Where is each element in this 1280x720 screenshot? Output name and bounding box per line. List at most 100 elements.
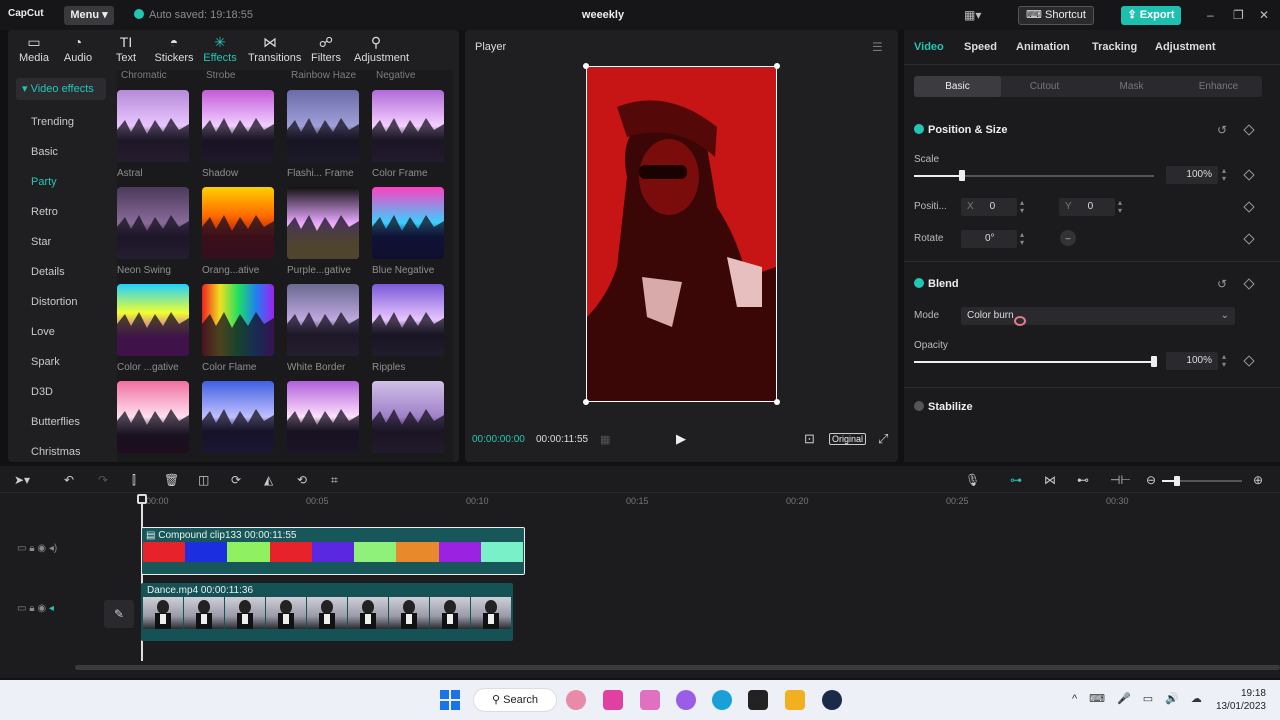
category-video-effects[interactable]: ▾ Video effects: [16, 78, 106, 100]
effect-card[interactable]: Flashi... Frame: [287, 90, 359, 179]
chain-icon[interactable]: ⊷: [1077, 473, 1089, 487]
zoom-out-icon[interactable]: ⊖: [1146, 473, 1156, 487]
folder-icon[interactable]: [785, 690, 805, 710]
video-preview[interactable]: [586, 66, 777, 402]
crop-icon[interactable]: ⌗: [331, 473, 338, 488]
app-icon[interactable]: [566, 690, 586, 710]
effect-card[interactable]: Color Flame: [202, 284, 274, 373]
stepper-icon[interactable]: ▴ ▾: [1118, 199, 1122, 215]
tab-stickers[interactable]: ◓ Stickers: [152, 34, 196, 64]
fullscreen-icon[interactable]: ⤢: [878, 431, 888, 447]
effect-card[interactable]: Shadow: [202, 90, 274, 179]
blend-mode-select[interactable]: Color burn ⌄: [961, 307, 1235, 325]
keyframe-icon[interactable]: [1243, 169, 1255, 181]
effect-card[interactable]: Blue Negative: [372, 187, 444, 276]
effect-card[interactable]: Purple...gative: [287, 187, 359, 276]
keyframe-icon[interactable]: [1243, 355, 1255, 367]
effect-card[interactable]: Neon Swing: [117, 187, 189, 276]
keyframe-icon[interactable]: [1243, 278, 1255, 290]
tab-transitions[interactable]: ⋈ Transitions: [248, 34, 301, 64]
effect-card[interactable]: [202, 381, 274, 453]
x-input[interactable]: X0: [961, 198, 1017, 216]
compound-clip[interactable]: ▤ Compound clip133 00:00:11:55: [141, 527, 525, 575]
play-icon[interactable]: ▶: [676, 431, 686, 447]
rotate-icon[interactable]: ⟲: [297, 473, 307, 487]
effect-card[interactable]: Color ...gative: [117, 284, 189, 373]
effect-card[interactable]: Color Frame: [372, 90, 444, 179]
tab-video[interactable]: Video: [914, 41, 944, 53]
taskbar-search[interactable]: ⚲ Search: [473, 688, 557, 712]
category-christmas[interactable]: Christmas: [8, 437, 106, 467]
zoom-in-icon[interactable]: ⊕: [1253, 473, 1263, 487]
tab-tracking[interactable]: Tracking: [1092, 41, 1137, 53]
category-details[interactable]: Details: [8, 257, 106, 287]
category-basic[interactable]: Basic: [8, 137, 106, 167]
zoom-knob[interactable]: [1174, 476, 1180, 486]
rotate-dial-icon[interactable]: –: [1060, 230, 1076, 246]
edge-icon[interactable]: [712, 690, 732, 710]
subtab-basic[interactable]: Basic: [914, 76, 1001, 97]
opacity-slider[interactable]: [914, 361, 1154, 363]
tab-audio[interactable]: ◔ Audio: [56, 34, 100, 64]
resize-handle[interactable]: [774, 63, 780, 69]
effect-card[interactable]: Astral: [117, 90, 189, 179]
tab-speed[interactable]: Speed: [964, 41, 997, 53]
edit-cover-icon[interactable]: ✎: [104, 600, 134, 628]
effect-card[interactable]: Orang...ative: [202, 187, 274, 276]
stepper-icon[interactable]: ▴ ▾: [1222, 353, 1226, 369]
keyframe-icon[interactable]: [1243, 124, 1255, 136]
shortcut-button[interactable]: ⌨ Shortcut: [1018, 6, 1094, 25]
tab-adjustment[interactable]: Adjustment: [1155, 41, 1216, 53]
close-icon[interactable]: ✕: [1259, 8, 1269, 22]
category-party[interactable]: Party: [8, 167, 106, 197]
redo-icon[interactable]: ↷: [98, 473, 108, 487]
stabilize-section[interactable]: Stabilize: [914, 401, 973, 413]
category-love[interactable]: Love: [8, 317, 106, 347]
blend-section[interactable]: Blend: [914, 278, 959, 290]
horizontal-scrollbar[interactable]: [75, 665, 1280, 670]
timecode-grid-icon[interactable]: ▦: [600, 433, 610, 446]
stepper-icon[interactable]: ▴ ▾: [1020, 231, 1024, 247]
tab-media[interactable]: ▭ Media: [12, 34, 56, 64]
video-clip[interactable]: Dance.mp4 00:00:11:36: [141, 583, 513, 641]
scale-slider[interactable]: [914, 175, 1154, 177]
effect-card[interactable]: Ripples: [372, 284, 444, 373]
effect-card[interactable]: [372, 381, 444, 453]
speaker-icon[interactable]: ◂: [49, 603, 54, 614]
freeze-icon[interactable]: ◫: [198, 473, 209, 487]
rotate-input[interactable]: 0°: [961, 230, 1017, 248]
y-input[interactable]: Y0: [1059, 198, 1115, 216]
effect-card[interactable]: White Border: [287, 284, 359, 373]
tab-animation[interactable]: Animation: [1016, 41, 1070, 53]
playhead-handle[interactable]: [137, 494, 147, 504]
keyframe-icon[interactable]: [1243, 233, 1255, 245]
microphone-icon[interactable]: 🎙: [965, 473, 980, 487]
app-icon[interactable]: [603, 690, 623, 710]
layout-icon[interactable]: ▦▾: [964, 8, 981, 22]
maximize-icon[interactable]: ❐: [1233, 8, 1244, 22]
split-icon[interactable]: ⫿: [132, 473, 136, 488]
subtab-enhance[interactable]: Enhance: [1175, 76, 1262, 97]
category-butterflies[interactable]: Butterflies: [8, 407, 106, 437]
category-d3d[interactable]: D3D: [8, 377, 106, 407]
undo-icon[interactable]: ↶: [64, 473, 74, 487]
delete-icon[interactable]: 🗑: [164, 473, 179, 487]
stepper-icon[interactable]: ▴ ▾: [1020, 199, 1024, 215]
stepper-icon[interactable]: ▴ ▾: [1222, 167, 1226, 183]
select-cursor-icon[interactable]: ➤▾: [14, 473, 30, 487]
windows-start-icon[interactable]: [440, 690, 460, 710]
eye-icon[interactable]: ◉: [37, 543, 46, 554]
keyframe-icon[interactable]: [1243, 201, 1255, 213]
position-size-section[interactable]: Position & Size: [914, 124, 1007, 136]
hamburger-icon[interactable]: ☰: [872, 40, 883, 54]
snapshot-icon[interactable]: ⊡: [804, 431, 815, 447]
tab-adjustment[interactable]: ⚲ Adjustment: [354, 34, 409, 64]
reset-icon[interactable]: ↺: [1217, 277, 1227, 291]
mirror-icon[interactable]: ◭: [264, 473, 273, 487]
export-button[interactable]: ⇪ Export: [1121, 6, 1181, 25]
ratio-button[interactable]: Original: [829, 433, 867, 445]
cover-icon[interactable]: ▭: [17, 543, 26, 554]
steam-icon[interactable]: [822, 690, 842, 710]
tray-icons[interactable]: ^⌨🎤▭🔊☁: [1072, 692, 1214, 705]
opacity-slider-knob[interactable]: [1151, 356, 1157, 367]
